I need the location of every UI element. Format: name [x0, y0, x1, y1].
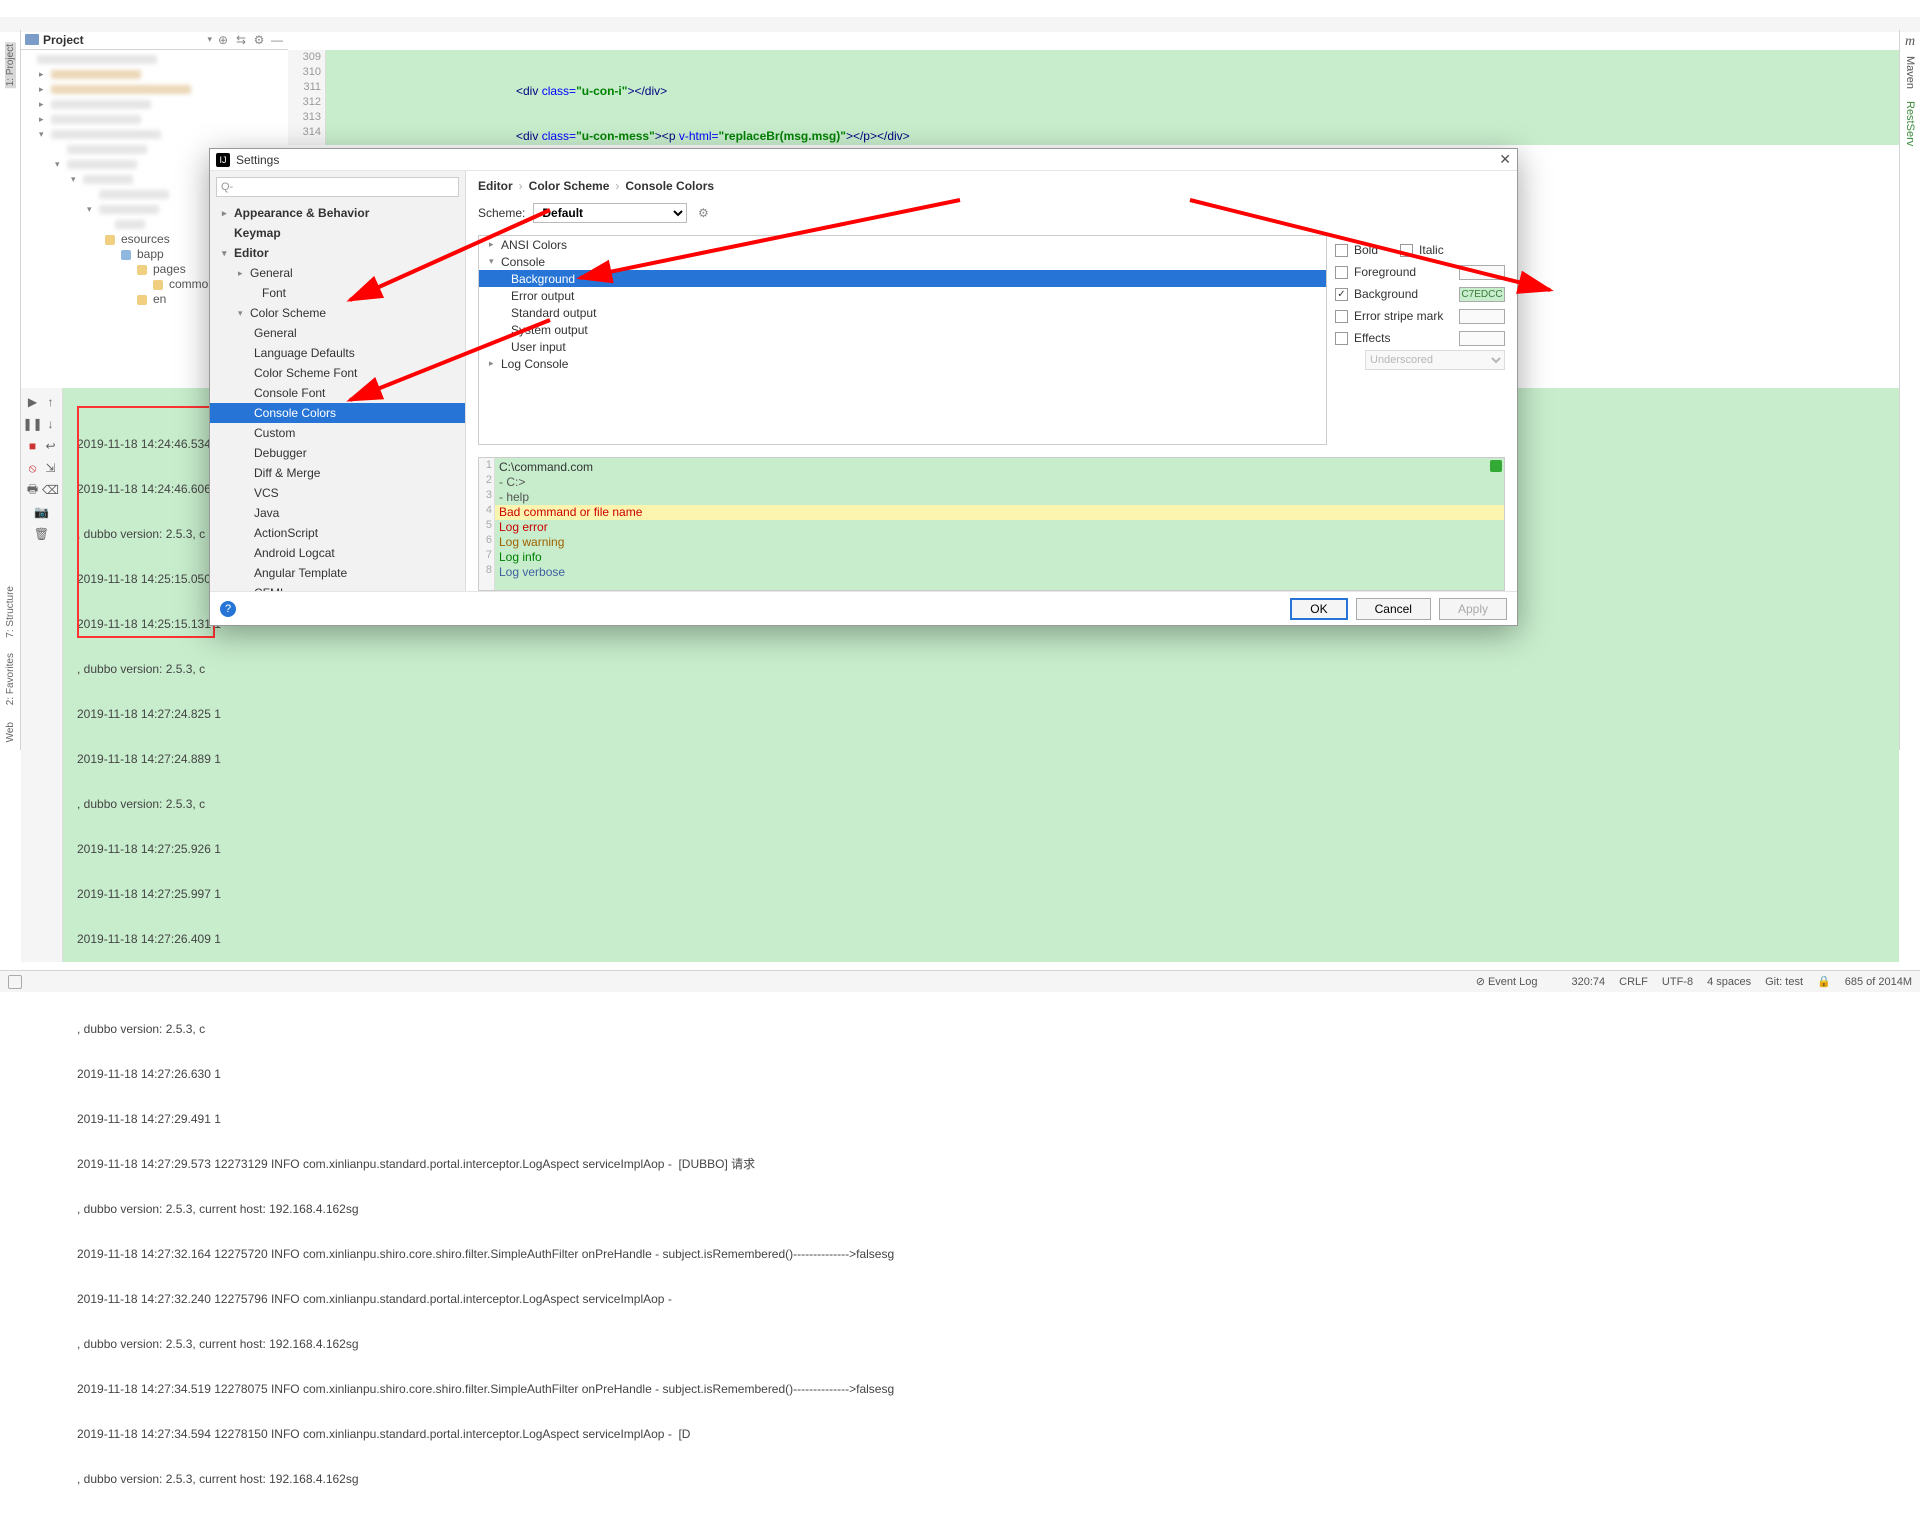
- project-title: Project: [43, 33, 203, 47]
- toolwindow-rest[interactable]: RestServ: [1904, 101, 1916, 146]
- toolwindow-structure[interactable]: 7: Structure: [5, 584, 16, 640]
- color-options-tree[interactable]: ▸ANSI Colors ▾Console Background Error o…: [478, 235, 1327, 445]
- ok-button[interactable]: OK: [1290, 598, 1347, 620]
- status-memory[interactable]: 685 of 2014M: [1845, 976, 1912, 988]
- down-icon[interactable]: ↓: [43, 416, 59, 432]
- toolwindow-maven[interactable]: Maven: [1904, 56, 1916, 89]
- maven-icon[interactable]: m: [1905, 34, 1915, 50]
- clear-icon[interactable]: ⌫: [43, 482, 59, 498]
- stop-icon[interactable]: ■: [25, 438, 41, 454]
- nav-color-scheme: ▾Color Scheme: [210, 303, 465, 323]
- settings-titlebar: IJ Settings ✕: [210, 149, 1517, 171]
- scheme-select[interactable]: Default: [533, 203, 687, 223]
- color-attributes-panel: Bold Italic Foreground BackgroundC7EDCC …: [1327, 235, 1505, 445]
- toolwindow-project[interactable]: 1: Project: [5, 42, 16, 88]
- nav-cs-general: General: [210, 323, 465, 343]
- opt-background: Background: [479, 270, 1326, 287]
- project-toolwindow-header: Project ▾ ⊕ ⇆ ⚙ —: [21, 30, 288, 50]
- pause-icon[interactable]: ❚❚: [25, 416, 41, 432]
- help-icon[interactable]: ?: [220, 601, 236, 617]
- close-icon[interactable]: ✕: [1499, 151, 1511, 168]
- color-preview: 1234 5678 C:\command.com - C:> - help Ba…: [478, 457, 1505, 591]
- scroll-icon[interactable]: ⇲: [43, 460, 59, 476]
- settings-nav: Q- ▸Appearance & Behavior Keymap ▾Editor…: [210, 171, 466, 591]
- code-editor[interactable]: 309310311 312313314 <div class="u-con-i"…: [288, 50, 1899, 145]
- toolwindow-favorites[interactable]: 2: Favorites: [5, 651, 16, 707]
- rerun-icon[interactable]: ▶: [25, 394, 41, 410]
- trash-icon[interactable]: 🗑: [34, 526, 50, 542]
- status-encoding[interactable]: UTF-8: [1662, 976, 1693, 988]
- bg-swatch[interactable]: C7EDCC: [1459, 287, 1505, 302]
- up-icon[interactable]: ↑: [43, 394, 59, 410]
- bg-checkbox[interactable]: [1335, 288, 1348, 301]
- bold-checkbox[interactable]: [1335, 244, 1348, 257]
- left-toolwindow-strip: 1: Project 7: Structure 2: Favorites Web: [0, 30, 21, 750]
- settings-breadcrumb: Editor› Color Scheme› Console Colors: [478, 179, 1505, 193]
- editor-gutter: 309310311 312313314: [288, 50, 326, 145]
- cancel-button[interactable]: Cancel: [1356, 598, 1431, 620]
- event-log-link[interactable]: ⊘ Event Log: [1476, 975, 1538, 988]
- status-lock-icon[interactable]: 🔒: [1817, 975, 1831, 988]
- nav-console-colors: Console Colors: [210, 403, 465, 423]
- tree-en[interactable]: en: [151, 292, 166, 307]
- fg-swatch[interactable]: [1459, 265, 1505, 280]
- apply-button[interactable]: Apply: [1439, 598, 1507, 620]
- camera-icon[interactable]: 📷: [34, 504, 50, 520]
- status-line-ending[interactable]: CRLF: [1619, 976, 1648, 988]
- checkmark-icon: [1490, 460, 1502, 472]
- status-git[interactable]: Git: test: [1765, 976, 1803, 988]
- gear-icon[interactable]: ⚙: [252, 33, 266, 47]
- tree-pages[interactable]: pages: [151, 262, 186, 277]
- settings-tree[interactable]: ▸Appearance & Behavior Keymap ▾Editor ▸G…: [210, 203, 465, 591]
- main-toolbar-strip: [0, 17, 1920, 32]
- right-toolwindow-strip: m Maven RestServ: [1899, 30, 1920, 750]
- scheme-gear-icon[interactable]: ⚙: [695, 205, 711, 221]
- stripe-swatch[interactable]: [1459, 309, 1505, 324]
- effects-swatch[interactable]: [1459, 331, 1505, 346]
- effect-type-select[interactable]: Underscored: [1365, 350, 1505, 370]
- status-indent[interactable]: 4 spaces: [1707, 976, 1751, 988]
- hide-icon[interactable]: —: [270, 33, 284, 47]
- chevron-down-icon[interactable]: ▾: [207, 34, 212, 45]
- locate-icon[interactable]: ⊕: [216, 33, 230, 47]
- toolwindow-web[interactable]: Web: [5, 720, 16, 744]
- status-position[interactable]: 320:74: [1572, 976, 1606, 988]
- expand-icon[interactable]: ⇆: [234, 33, 248, 47]
- fg-checkbox[interactable]: [1335, 266, 1348, 279]
- effects-checkbox[interactable]: [1335, 332, 1348, 345]
- status-bar: ⊘ Event Log 320:74 CRLF UTF-8 4 spaces G…: [0, 970, 1920, 992]
- settings-footer: ? OK Cancel Apply: [210, 591, 1517, 625]
- intellij-icon: IJ: [216, 153, 230, 167]
- tree-app[interactable]: bapp: [135, 247, 164, 262]
- italic-checkbox[interactable]: [1400, 244, 1413, 257]
- scheme-label: Scheme:: [478, 206, 525, 220]
- statusbar-toggle-icon[interactable]: [8, 975, 22, 989]
- settings-title-text: Settings: [236, 153, 279, 167]
- folder-icon: [25, 34, 39, 45]
- stripe-checkbox[interactable]: [1335, 310, 1348, 323]
- wrap-icon[interactable]: ↩: [43, 438, 59, 454]
- settings-content: Editor› Color Scheme› Console Colors Sch…: [466, 171, 1517, 591]
- tree-resources[interactable]: esources: [119, 232, 170, 247]
- settings-search[interactable]: Q-: [216, 177, 459, 197]
- settings-dialog: IJ Settings ✕ Q- ▸Appearance & Behavior …: [209, 148, 1518, 626]
- tree-common[interactable]: common: [167, 277, 215, 292]
- exit-icon[interactable]: ⦸: [25, 460, 41, 476]
- console-toolbar: ▶↑ ❚❚↓ ■↩ ⦸⇲ 🖶⌫ 📷 🗑: [21, 388, 63, 962]
- print-icon[interactable]: 🖶: [25, 482, 41, 498]
